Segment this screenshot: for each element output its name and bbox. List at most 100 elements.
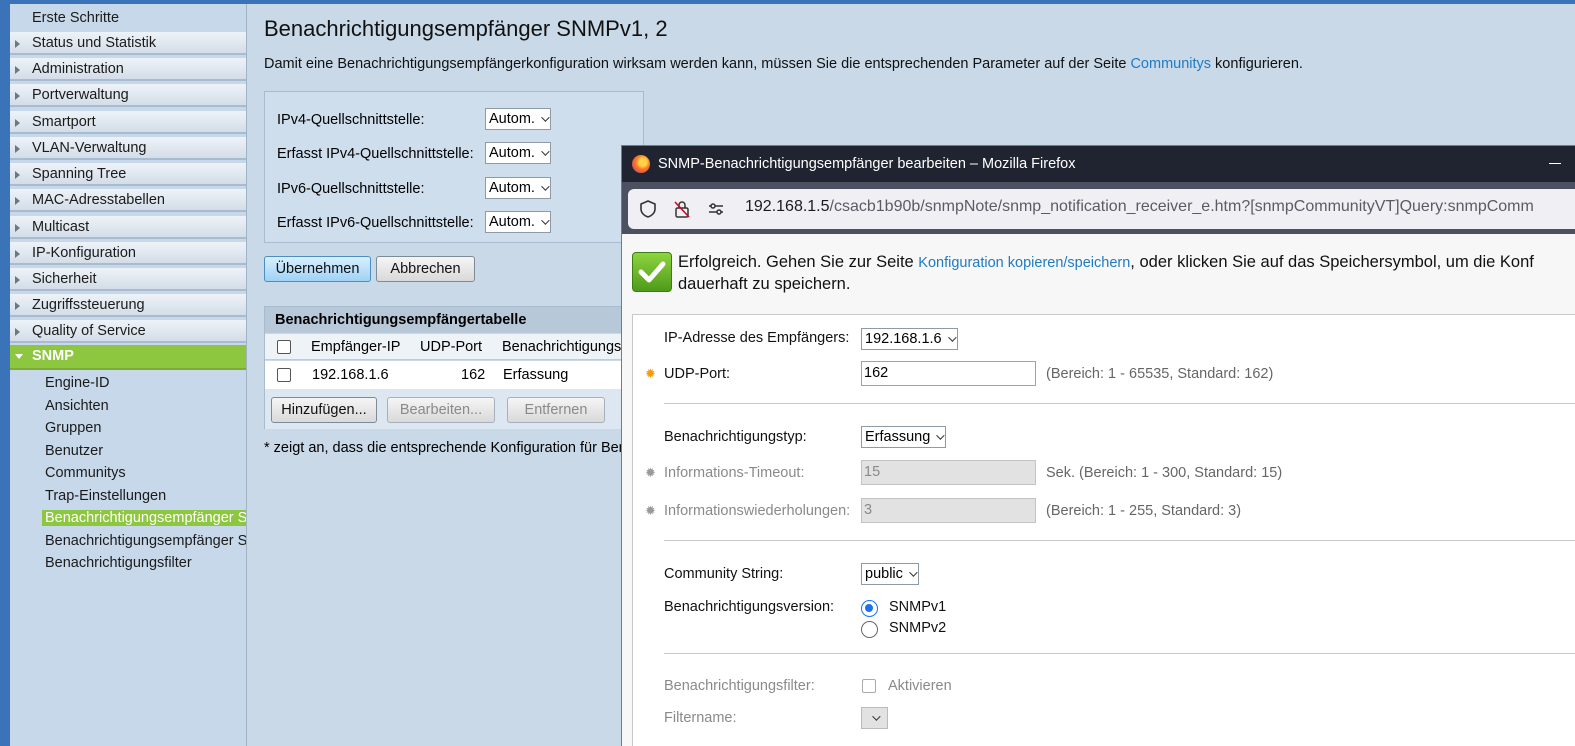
sidebar-item-label: MAC-Adresstabellen <box>32 192 165 208</box>
captured-ipv4-source-select[interactable]: Autom. <box>485 142 551 164</box>
divider <box>664 403 1575 404</box>
sidebar-item-multicast[interactable]: Multicast <box>10 216 246 239</box>
inform-retries-input[interactable]: 3 <box>861 498 1036 523</box>
column-header[interactable]: UDP-Port <box>420 334 482 360</box>
sidebar-subitem-benutzer[interactable]: Benutzer <box>45 443 103 459</box>
expand-arrow-icon <box>15 119 20 127</box>
community-string-select[interactable]: public <box>861 563 919 585</box>
column-header[interactable]: Benachrichtigungs <box>502 334 621 360</box>
sidebar-item-ip-config[interactable]: IP-Konfiguration <box>10 242 246 265</box>
sidebar-item-label: Sicherheit <box>32 271 97 287</box>
sidebar-item-erste-schritte[interactable]: Erste Schritte <box>10 7 246 30</box>
captured-ipv6-source-select[interactable]: Autom. <box>485 211 551 233</box>
expand-arrow-icon <box>15 250 20 258</box>
inform-timeout-input[interactable]: 15 <box>861 460 1036 485</box>
communitys-link[interactable]: Communitys <box>1130 56 1211 72</box>
cell-port: 162 <box>461 367 486 383</box>
edit-button[interactable]: Bearbeiten... <box>387 397 495 423</box>
sidebar-item-label: Multicast <box>32 219 90 235</box>
notification-type-select[interactable]: Erfassung <box>861 426 947 448</box>
ipv4-source-select[interactable]: Autom. <box>485 108 551 130</box>
receiver-edit-form: IP-Adresse des Empfängers: 192.168.1.6 ✹… <box>632 314 1575 746</box>
filter-name-label: Filtername: <box>664 710 737 726</box>
delete-button[interactable]: Entfernen <box>507 397 605 423</box>
sidebar-item-label: Status und Statistik <box>32 35 157 51</box>
expand-arrow-icon <box>15 40 20 48</box>
sidebar-item-portverwaltung[interactable]: Portverwaltung <box>10 84 246 107</box>
sidebar-item-label: Spanning Tree <box>32 166 127 182</box>
sidebar-edge <box>0 4 10 746</box>
row-checkbox[interactable] <box>277 368 291 382</box>
insecure-lock-icon[interactable] <box>672 199 692 219</box>
sidebar-item-label: Smartport <box>32 114 96 130</box>
copy-save-config-link[interactable]: Konfiguration kopieren/speichern <box>918 255 1130 271</box>
sidebar-item-status[interactable]: Status und Statistik <box>10 32 246 55</box>
chevron-down-icon <box>947 333 957 342</box>
popup-titlebar[interactable]: SNMP-Benachrichtigungsempfänger bearbeit… <box>622 146 1575 182</box>
sidebar-subitem-engine-id[interactable]: Engine-ID <box>45 375 109 391</box>
chevron-down-icon <box>541 147 550 156</box>
url-path: /csacb1b90b/snmpNote/snmp_notification_r… <box>829 198 1534 215</box>
ipv6-source-select[interactable]: Autom. <box>485 177 551 199</box>
minimize-icon[interactable] <box>1549 163 1561 164</box>
sidebar-divider[interactable] <box>246 4 247 746</box>
apply-button[interactable]: Übernehmen <box>264 256 371 282</box>
select-value: Autom. <box>489 180 535 196</box>
popup-content: Erfolgreich. Gehen Sie zur Seite Konfigu… <box>622 234 1575 746</box>
column-header[interactable]: Empfänger-IP <box>311 334 400 360</box>
page-description: Damit eine Benachrichtigungsempfängerkon… <box>264 56 1303 72</box>
table-actions: Hinzufügen... Bearbeiten... Entfernen <box>265 389 663 429</box>
sidebar-item-sicherheit[interactable]: Sicherheit <box>10 268 246 291</box>
sidebar-item-vlan[interactable]: VLAN-Verwaltung <box>10 137 246 160</box>
sidebar-item-administration[interactable]: Administration <box>10 58 246 81</box>
page-title: Benachrichtigungsempfänger SNMPv1, 2 <box>264 16 668 41</box>
footnote: * zeigt an, dass die entsprechende Konfi… <box>264 440 624 456</box>
table-row[interactable]: 192.168.1.6 162 Erfassung <box>265 361 663 389</box>
filter-enable-checkbox[interactable] <box>862 679 876 693</box>
sidebar-subitem-filter[interactable]: Benachrichtigungsfilter <box>45 555 192 571</box>
inform-retries-label: Informationswiederholungen: <box>664 503 851 519</box>
sidebar-item-mac-tables[interactable]: MAC-Adresstabellen <box>10 189 246 212</box>
source-interface-form: IPv4-Quellschnittstelle: Autom. Erfasst … <box>264 91 644 243</box>
snmpv1-radio[interactable] <box>861 600 878 617</box>
expand-arrow-icon <box>15 171 20 179</box>
inform-timeout-label: Informations-Timeout: <box>664 465 805 481</box>
sidebar-item-smartport[interactable]: Smartport <box>10 111 246 134</box>
field-label: IPv4-Quellschnittstelle: <box>277 112 425 128</box>
sidebar-subitem-receiver-v12[interactable]: Benachrichtigungsempfänger SNMPv1, 2 <box>42 510 246 526</box>
sidebar-item-label: VLAN-Verwaltung <box>32 140 147 156</box>
expand-arrow-icon <box>15 197 20 205</box>
receiver-ip-select[interactable]: 192.168.1.6 <box>861 328 958 350</box>
select-all-checkbox[interactable] <box>277 340 291 354</box>
permissions-icon[interactable] <box>706 199 726 219</box>
udp-port-input[interactable]: 162 <box>861 361 1036 386</box>
sidebar: Erste Schritte Status und Statistik Admi… <box>0 4 247 746</box>
sidebar-subitem-receiver-v3[interactable]: Benachrichtigungsempfänger SNMPv3 <box>45 533 247 549</box>
sidebar-item-label: Erste Schritte <box>32 10 120 26</box>
chevron-down-icon <box>936 431 945 440</box>
select-value: Autom. <box>489 214 535 230</box>
cancel-button[interactable]: Abbrechen <box>376 256 475 282</box>
sidebar-subitem-ansichten[interactable]: Ansichten <box>45 398 109 414</box>
chevron-down-icon <box>541 182 550 191</box>
field-label: Erfasst IPv4-Quellschnittstelle: <box>277 146 474 162</box>
sidebar-item-zugriffssteuerung[interactable]: Zugriffssteuerung <box>10 294 246 317</box>
cell-type: Erfassung <box>503 367 569 383</box>
sidebar-item-spanning-tree[interactable]: Spanning Tree <box>10 163 246 186</box>
snmpv1-label: SNMPv1 <box>889 599 947 615</box>
sidebar-item-qos[interactable]: Quality of Service <box>10 320 246 343</box>
filter-name-select[interactable] <box>861 707 888 729</box>
sidebar-subitem-trap-einstellungen[interactable]: Trap-Einstellungen <box>45 488 166 504</box>
sidebar-item-label: Administration <box>32 61 124 77</box>
shield-icon[interactable] <box>638 199 658 219</box>
add-button[interactable]: Hinzufügen... <box>271 397 377 423</box>
sidebar-item-snmp[interactable]: SNMP <box>10 345 246 370</box>
expand-arrow-icon <box>15 145 20 153</box>
snmpv2-radio[interactable] <box>861 621 878 638</box>
expand-arrow-icon <box>15 92 20 100</box>
url-field[interactable]: 192.168.1.5/csacb1b90b/snmpNote/snmp_not… <box>628 189 1575 229</box>
sidebar-subitem-communitys[interactable]: Communitys <box>45 465 126 481</box>
field-label: IPv6-Quellschnittstelle: <box>277 181 425 197</box>
sidebar-subitem-gruppen[interactable]: Gruppen <box>45 420 101 436</box>
udp-port-hint: (Bereich: 1 - 65535, Standard: 162) <box>1046 366 1274 382</box>
